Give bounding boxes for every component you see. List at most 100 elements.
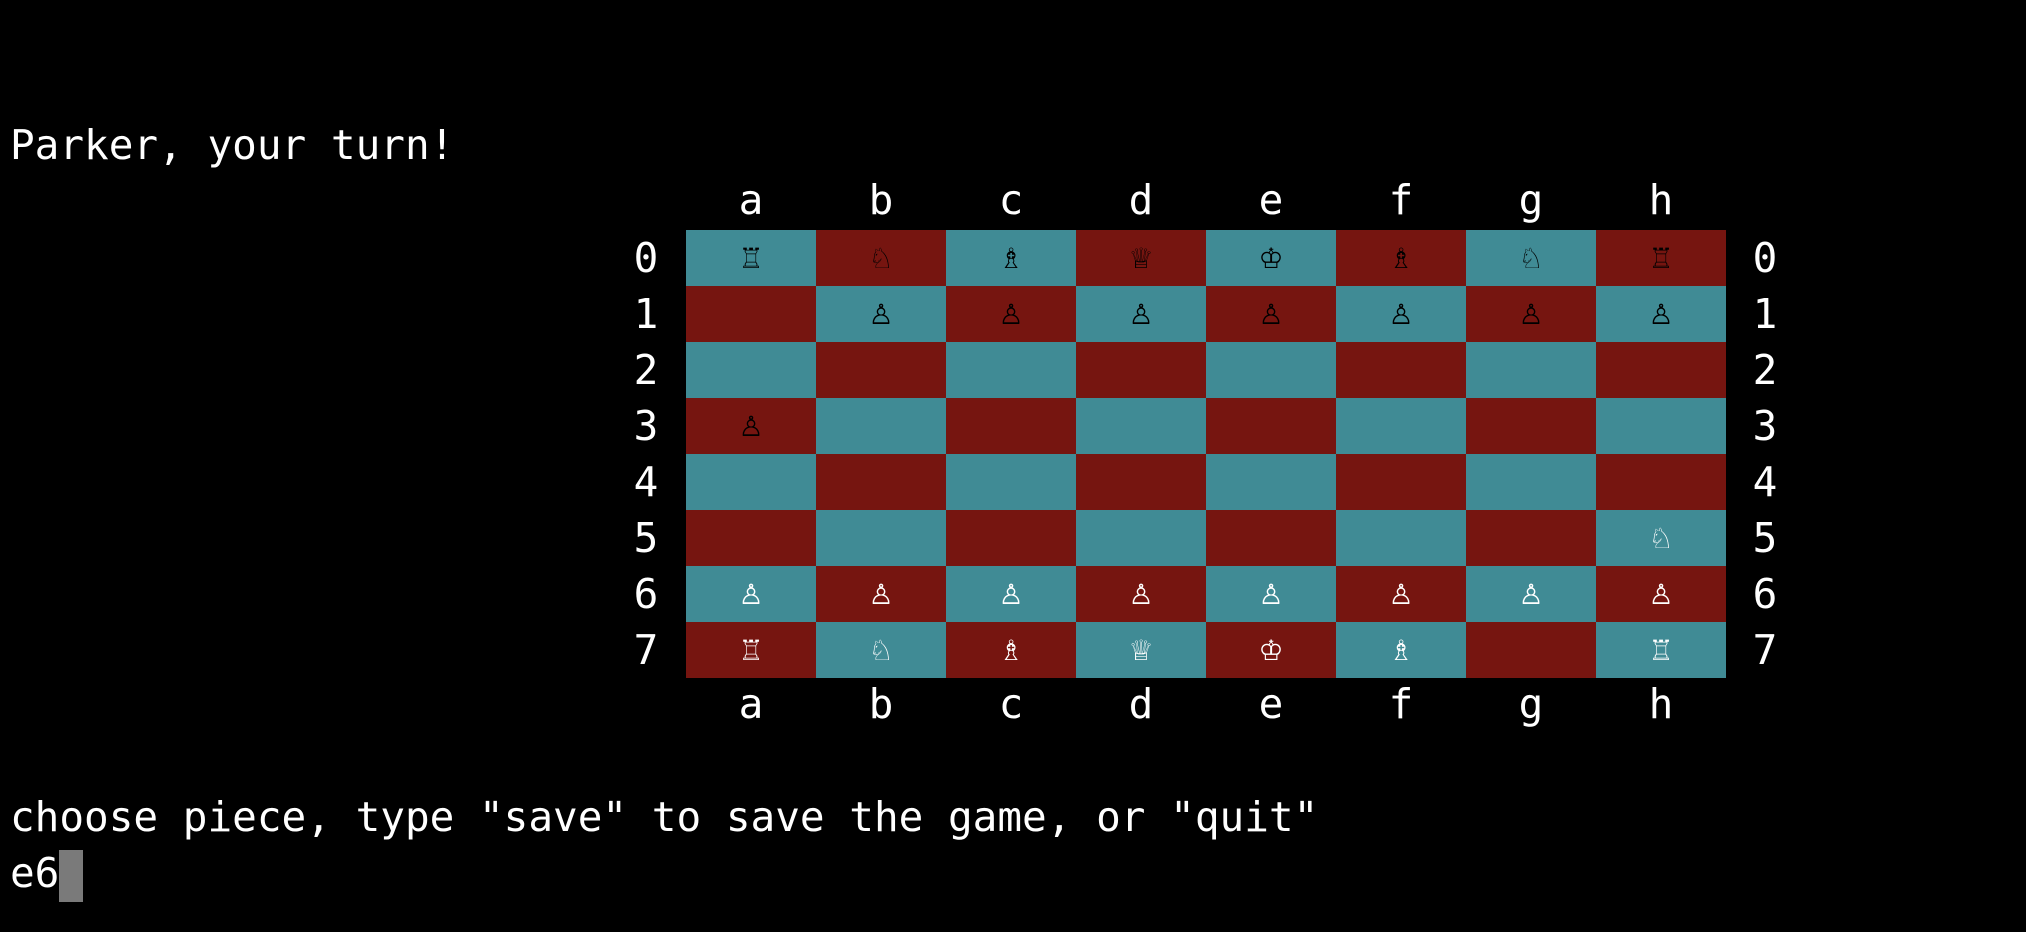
square-e7[interactable]: ♔ [1206, 622, 1336, 678]
square-a0[interactable]: ♖ [686, 230, 816, 286]
square-e1[interactable]: ♙ [1206, 286, 1336, 342]
file-label-top: d [1128, 176, 1154, 224]
square-h3[interactable] [1596, 398, 1726, 454]
file-label-bottom: g [1518, 680, 1544, 728]
square-c0[interactable]: ♗ [946, 230, 1076, 286]
chess-piece-icon: ♘ [1518, 241, 1544, 275]
square-h2[interactable] [1596, 342, 1726, 398]
rank-label-left: 6 [633, 570, 659, 618]
square-a2[interactable] [686, 342, 816, 398]
square-b5[interactable] [816, 510, 946, 566]
rank-label-left: 2 [633, 346, 659, 394]
square-h0[interactable]: ♖ [1596, 230, 1726, 286]
chess-piece-icon: ♗ [1388, 241, 1414, 275]
chess-piece-icon: ♘ [868, 241, 894, 275]
square-c1[interactable]: ♙ [946, 286, 1076, 342]
file-label-bottom: h [1648, 680, 1674, 728]
square-d3[interactable] [1076, 398, 1206, 454]
file-label-bottom: f [1388, 680, 1414, 728]
square-a4[interactable] [686, 454, 816, 510]
square-a5[interactable] [686, 510, 816, 566]
square-b4[interactable] [816, 454, 946, 510]
chess-piece-icon: ♙ [1128, 297, 1154, 331]
chess-piece-icon: ♙ [1258, 577, 1284, 611]
square-e5[interactable] [1206, 510, 1336, 566]
square-f1[interactable]: ♙ [1336, 286, 1466, 342]
square-d0[interactable]: ♕ [1076, 230, 1206, 286]
square-e6[interactable]: ♙ [1206, 566, 1336, 622]
square-g5[interactable] [1466, 510, 1596, 566]
chess-piece-icon: ♖ [1648, 633, 1674, 667]
square-e4[interactable] [1206, 454, 1336, 510]
square-d7[interactable]: ♕ [1076, 622, 1206, 678]
square-e2[interactable] [1206, 342, 1336, 398]
square-a1[interactable] [686, 286, 816, 342]
square-h4[interactable] [1596, 454, 1726, 510]
square-g1[interactable]: ♙ [1466, 286, 1596, 342]
square-c2[interactable] [946, 342, 1076, 398]
chess-piece-icon: ♙ [1648, 577, 1674, 611]
chess-piece-icon: ♖ [1648, 241, 1674, 275]
square-d6[interactable]: ♙ [1076, 566, 1206, 622]
square-f3[interactable] [1336, 398, 1466, 454]
text-cursor [59, 850, 84, 902]
square-b7[interactable]: ♘ [816, 622, 946, 678]
square-b3[interactable] [816, 398, 946, 454]
chess-piece-icon: ♙ [1648, 297, 1674, 331]
square-b6[interactable]: ♙ [816, 566, 946, 622]
square-c3[interactable] [946, 398, 1076, 454]
chess-piece-icon: ♕ [1128, 633, 1154, 667]
square-f7[interactable]: ♗ [1336, 622, 1466, 678]
square-f2[interactable] [1336, 342, 1466, 398]
square-g0[interactable]: ♘ [1466, 230, 1596, 286]
square-g3[interactable] [1466, 398, 1596, 454]
square-b0[interactable]: ♘ [816, 230, 946, 286]
square-g7[interactable] [1466, 622, 1596, 678]
square-a6[interactable]: ♙ [686, 566, 816, 622]
chess-piece-icon: ♗ [998, 241, 1024, 275]
square-h7[interactable]: ♖ [1596, 622, 1726, 678]
rank-label-left: 3 [633, 402, 659, 450]
square-d1[interactable]: ♙ [1076, 286, 1206, 342]
rank-label-left: 5 [633, 514, 659, 562]
square-c7[interactable]: ♗ [946, 622, 1076, 678]
square-c5[interactable] [946, 510, 1076, 566]
file-label-bottom: e [1258, 680, 1284, 728]
square-a7[interactable]: ♖ [686, 622, 816, 678]
square-c6[interactable]: ♙ [946, 566, 1076, 622]
square-b2[interactable] [816, 342, 946, 398]
square-h5[interactable]: ♘ [1596, 510, 1726, 566]
file-label-top: e [1258, 176, 1284, 224]
square-d2[interactable] [1076, 342, 1206, 398]
rank-label-right: 0 [1752, 234, 1778, 282]
square-f0[interactable]: ♗ [1336, 230, 1466, 286]
square-g4[interactable] [1466, 454, 1596, 510]
chess-piece-icon: ♙ [998, 577, 1024, 611]
input-value: e6 [10, 849, 60, 897]
rank-label-right: 4 [1752, 458, 1778, 506]
chess-piece-icon: ♙ [998, 297, 1024, 331]
square-c4[interactable] [946, 454, 1076, 510]
file-label-bottom: a [738, 680, 764, 728]
square-f5[interactable] [1336, 510, 1466, 566]
square-f6[interactable]: ♙ [1336, 566, 1466, 622]
file-label-top: g [1518, 176, 1544, 224]
chess-piece-icon: ♘ [868, 633, 894, 667]
chess-piece-icon: ♙ [1128, 577, 1154, 611]
square-d4[interactable] [1076, 454, 1206, 510]
square-e0[interactable]: ♔ [1206, 230, 1336, 286]
square-a3[interactable]: ♙ [686, 398, 816, 454]
command-input[interactable]: e6 [10, 845, 84, 902]
square-g6[interactable]: ♙ [1466, 566, 1596, 622]
file-label-bottom: d [1128, 680, 1154, 728]
square-b1[interactable]: ♙ [816, 286, 946, 342]
chess-piece-icon: ♔ [1258, 633, 1284, 667]
square-d5[interactable] [1076, 510, 1206, 566]
square-e3[interactable] [1206, 398, 1336, 454]
square-f4[interactable] [1336, 454, 1466, 510]
turn-prompt: Parker, your turn! [10, 121, 455, 169]
rank-label-right: 6 [1752, 570, 1778, 618]
square-g2[interactable] [1466, 342, 1596, 398]
square-h1[interactable]: ♙ [1596, 286, 1726, 342]
square-h6[interactable]: ♙ [1596, 566, 1726, 622]
